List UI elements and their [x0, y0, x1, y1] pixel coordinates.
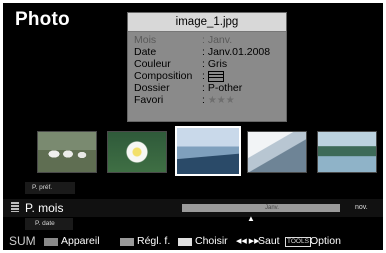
info-value: : Janv.01.2008 — [202, 46, 271, 58]
info-key: Mois — [134, 34, 157, 46]
info-key: Date — [134, 46, 157, 58]
thumbnail-lake-island[interactable] — [317, 131, 377, 173]
tools-key-icon: TOOLS — [285, 237, 311, 247]
timeline-current-label: Janv. — [265, 205, 279, 211]
sort-current[interactable]: P. mois — [25, 201, 63, 215]
info-value: : Gris — [202, 58, 228, 70]
month-timeline[interactable]: Janv. — [182, 204, 340, 212]
info-row-favori: Favori: ★★★ — [134, 94, 286, 106]
thumbnail-sheep[interactable] — [37, 131, 97, 173]
list-icon — [11, 202, 19, 212]
footer-choisir[interactable]: Choisir — [195, 233, 228, 250]
page-title: Photo — [15, 9, 70, 30]
info-row-dossier: Dossier : P-other — [134, 82, 286, 94]
sort-option-prev[interactable]: P. préf. — [32, 184, 52, 191]
info-row-composition: Composition: — [134, 70, 286, 82]
gray-key-icon — [120, 238, 134, 246]
info-row-date: Date : Janv.01.2008 — [134, 46, 286, 58]
info-key: Composition — [134, 70, 193, 82]
sum-label: SUM — [9, 234, 36, 248]
footer-appareil[interactable]: Appareil — [61, 233, 100, 250]
info-value: : — [202, 94, 205, 106]
favorite-stars-icon: ★★★ — [207, 95, 235, 106]
composition-icon — [207, 70, 224, 82]
footer-regl-f[interactable]: Régl. f. — [137, 233, 170, 250]
footer-option[interactable]: Option — [310, 233, 341, 250]
timeline-up-caret-icon: ▲ — [247, 214, 255, 223]
footer-bar: SUM Appareil Régl. f. Choisir ◀◀ ▶▶ Saut… — [3, 233, 383, 250]
info-key: Couleur — [134, 58, 171, 70]
skip-arrows-icon: ◀◀ ▶▶ — [236, 238, 260, 245]
info-key: Dossier — [134, 82, 170, 94]
info-row-mois: Mois : Janv. — [134, 34, 286, 46]
info-value: : Janv. — [202, 34, 233, 46]
info-value: : — [202, 70, 205, 82]
info-key: Favori — [134, 94, 164, 106]
sort-option-next[interactable]: P. date — [35, 220, 55, 227]
timeline-next-label: nov. — [355, 204, 368, 211]
screen: Photo image_1.jpg Mois: Janv. Date: Janv… — [3, 3, 383, 250]
white-key-icon — [178, 238, 192, 246]
file-name: image_1.jpg — [128, 13, 286, 32]
info-row-couleur: Couleur : Gris — [134, 58, 286, 70]
thumbnail-sea-selected[interactable] — [175, 126, 241, 176]
file-info-panel: image_1.jpg Mois : Janv. Date : Janv.01.20… — [127, 12, 287, 122]
info-value: : P-other — [202, 82, 243, 94]
thumbnail-snow-mountain[interactable] — [247, 131, 307, 173]
gray-key-icon — [44, 238, 58, 246]
thumbnail-strip — [3, 125, 383, 177]
footer-saut[interactable]: Saut — [258, 233, 280, 250]
thumbnail-flower[interactable] — [107, 131, 167, 173]
